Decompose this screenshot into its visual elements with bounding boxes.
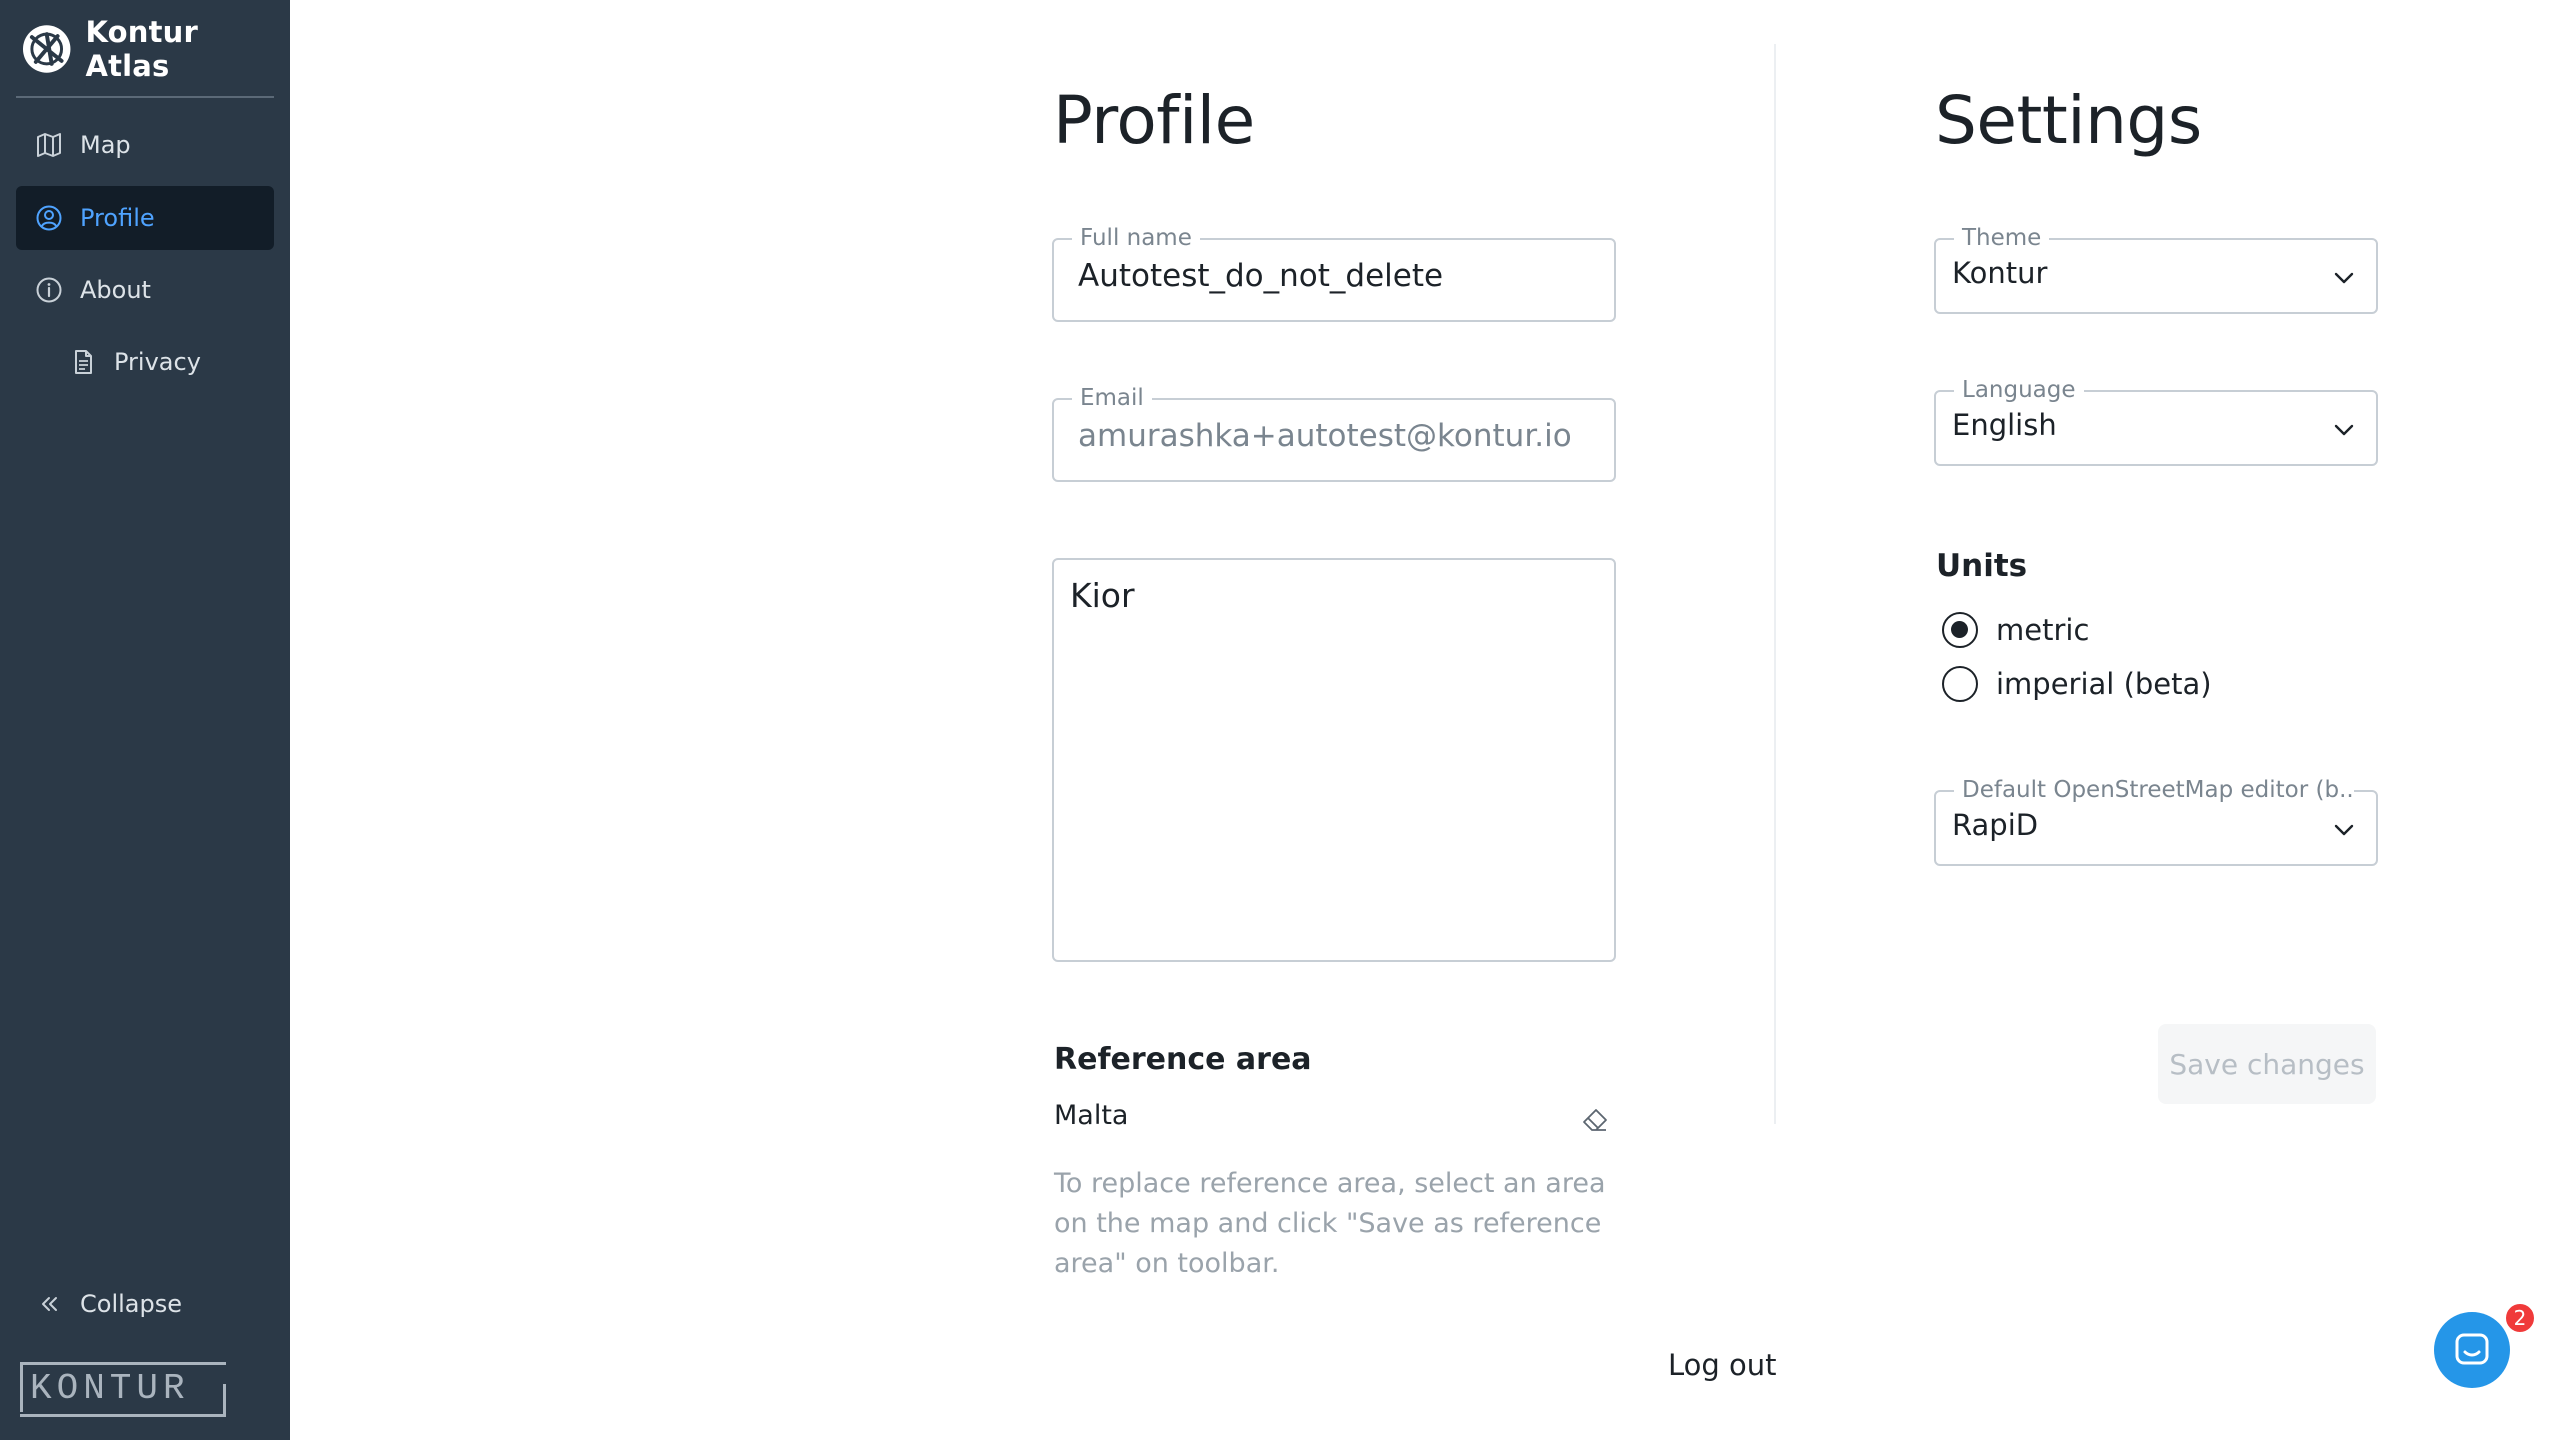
kontur-logo: KONTUR [20,1362,226,1420]
sidebar-item-profile[interactable]: Profile [16,186,274,250]
full-name-value: Autotest_do_not_delete [1078,258,1444,294]
main-content: Profile Full name Autotest_do_not_delete… [290,0,2560,1440]
collapse-label: Collapse [80,1290,182,1318]
osm-editor-label: Default OpenStreetMap editor (b... [1954,775,2354,805]
logout-button[interactable]: Log out [1668,1348,1777,1382]
notification-badge: 2 [2504,1302,2536,1334]
chat-button[interactable] [2434,1312,2510,1388]
sidebar-item-label: Map [80,131,131,159]
sidebar: Kontur Atlas Map Profile About Privacy C… [0,0,290,1440]
sidebar-item-label: About [80,276,151,304]
radio-label: metric [1996,613,2090,647]
map-icon [37,133,61,157]
eraser-icon[interactable] [1580,1106,1610,1136]
document-icon [75,350,92,374]
save-changes-button[interactable]: Save changes [2158,1024,2376,1104]
theme-value: Kontur [1952,256,2048,290]
language-label: Language [1954,375,2084,405]
settings-title: Settings [1935,82,2202,159]
sidebar-divider [16,96,274,98]
email-label: Email [1072,383,1152,413]
double-chevron-left-icon [42,1297,57,1311]
osm-editor-select[interactable]: Default OpenStreetMap editor (b... RapiD [1934,775,2378,866]
language-select[interactable]: Language English [1934,375,2378,466]
theme-select[interactable]: Theme Kontur [1934,223,2378,314]
units-radio-imperial[interactable]: imperial (beta) [1942,666,2212,702]
app-title: Kontur Atlas [85,15,198,83]
profile-title: Profile [1053,82,1255,159]
user-circle-icon [36,205,62,231]
kontur-atlas-logo-icon [22,25,71,73]
theme-label: Theme [1954,223,2050,253]
chevron-down-icon [2334,424,2354,436]
chevron-down-icon [2334,272,2354,284]
sidebar-item-privacy[interactable]: Privacy [16,330,274,394]
full-name-field[interactable]: Full name Autotest_do_not_delete [1052,223,1616,322]
info-icon [36,277,62,303]
bio-value: Kior [1070,576,1135,615]
reference-area-hint: To replace reference area, select an are… [1054,1168,1606,1279]
language-value: English [1952,408,2057,442]
column-divider [1774,44,1776,1124]
collapse-button[interactable]: Collapse [16,1272,274,1336]
sidebar-item-label: Profile [80,204,155,232]
sidebar-item-about[interactable]: About [16,258,274,322]
full-name-label: Full name [1072,223,1200,253]
chat-icon [2455,1333,2489,1365]
brand[interactable]: Kontur Atlas [22,15,290,83]
reference-area-value: Malta [1054,1100,1129,1131]
email-field: Email amurashka+autotest@kontur.io [1052,383,1616,482]
bio-textarea[interactable]: Kior [1052,558,1616,962]
kontur-logo-text: KONTUR [30,1368,190,1409]
sidebar-item-label: Privacy [114,348,201,376]
radio-checked [1942,612,1978,648]
chevron-down-icon [2334,824,2354,836]
units-title: Units [1936,548,2028,584]
reference-area-title: Reference area [1054,1042,1312,1077]
sidebar-item-map[interactable]: Map [16,113,274,177]
email-value: amurashka+autotest@kontur.io [1078,418,1572,454]
osm-editor-value: RapiD [1952,808,2039,842]
units-radio-metric[interactable]: metric [1942,612,2089,648]
radio-unchecked [1942,666,1978,702]
radio-label: imperial (beta) [1996,667,2212,701]
